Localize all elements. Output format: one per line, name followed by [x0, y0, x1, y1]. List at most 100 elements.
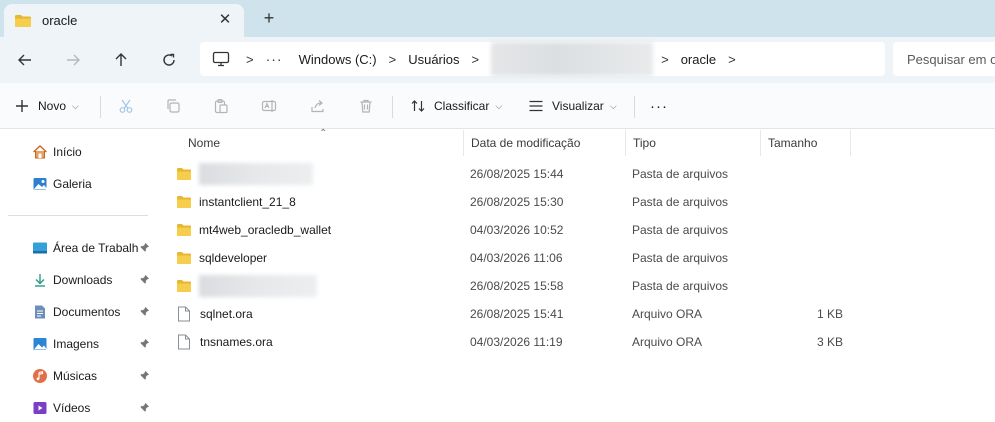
date-cell: 04/03/2026 11:19 [470, 335, 563, 349]
type-cell: Arquivo ORA [632, 307, 703, 321]
cut-button[interactable] [118, 95, 134, 117]
column-header-label: Data de modificação [471, 136, 581, 150]
chevron-down-icon: ⌵ [609, 100, 617, 111]
table-row[interactable]: mt4web_oracledb_wallet 04/03/2026 10:52 … [171, 216, 851, 244]
table-row[interactable]: 26/08/2025 15:44 Pasta de arquivos [171, 160, 851, 188]
folder-icon [177, 168, 191, 180]
navigation-pane: Início Galeria Área de Trabalho Download… [0, 130, 157, 422]
column-header-label: Tipo [633, 136, 656, 150]
name-cell [176, 160, 313, 188]
plus-icon [16, 100, 28, 112]
pictures-icon [33, 338, 47, 350]
folder-icon [15, 14, 31, 27]
name-cell: instantclient_21_8 [176, 188, 296, 216]
sidebar-item-label: Início [53, 145, 82, 159]
sidebar-item-documents[interactable]: Documentos [32, 302, 154, 322]
refresh-button[interactable] [156, 48, 182, 72]
column-header-date[interactable]: Data de modificação [464, 130, 626, 156]
breadcrumb-overflow-button[interactable]: ··· [266, 51, 283, 67]
size-cell [767, 244, 843, 272]
breadcrumb-separator: > [471, 51, 480, 67]
share-button[interactable] [310, 95, 326, 117]
file-list: ⌃ Nome Data de modificação Tipo Tamanho … [157, 128, 995, 422]
delete-button[interactable] [358, 95, 374, 117]
type-cell: Pasta de arquivos [632, 167, 729, 181]
arrow-up-icon [115, 53, 127, 66]
folder-icon [177, 280, 191, 292]
sidebar-item-gallery[interactable]: Galeria [32, 174, 154, 194]
breadcrumb-oracle[interactable]: oracle [681, 52, 716, 67]
date-cell: 26/08/2025 15:58 [470, 279, 564, 293]
new-button[interactable]: Novo ⌵ [14, 95, 79, 117]
new-tab-button[interactable]: + [258, 7, 280, 29]
breadcrumb-separator: > [728, 51, 736, 67]
view-button[interactable]: Visualizar ⌵ [528, 95, 617, 117]
divider [392, 96, 393, 118]
type-cell: Pasta de arquivos [632, 195, 729, 209]
column-header-type[interactable]: Tipo [626, 130, 761, 156]
chevron-down-icon: ⌵ [72, 100, 79, 111]
table-row[interactable]: 26/08/2025 15:58 Pasta de arquivos [171, 272, 851, 300]
sidebar-item-pictures[interactable]: Imagens [32, 334, 154, 354]
navigation-bar: > ··· Windows (C:) > Usuários > > oracle… [0, 37, 995, 83]
sidebar-item-music[interactable]: Músicas [32, 366, 154, 386]
sidebar-item-downloads[interactable]: Downloads [32, 270, 154, 290]
search-input[interactable]: Pesquisar em oracle [893, 42, 995, 76]
redacted-name [199, 163, 313, 185]
cut-icon [119, 99, 133, 113]
pin-icon [140, 274, 150, 284]
new-label: Novo [38, 99, 67, 113]
breadcrumb-separator: > [388, 51, 397, 67]
home-icon [33, 145, 47, 159]
tab-title: oracle [42, 13, 78, 28]
column-header-name[interactable]: Nome [181, 130, 464, 156]
sort-button[interactable]: Classificar ⌵ [410, 95, 502, 117]
copy-icon [167, 99, 180, 113]
sidebar-item-label: Documentos [53, 305, 121, 319]
up-button[interactable] [108, 48, 134, 72]
sidebar-item-videos[interactable]: Vídeos [32, 398, 154, 418]
type-cell: Arquivo ORA [632, 335, 703, 349]
name-cell: sqldeveloper [176, 244, 267, 272]
close-tab-icon[interactable]: ✕ [216, 11, 234, 29]
file-icon [178, 334, 190, 350]
back-button[interactable] [12, 48, 38, 72]
redacted-breadcrumb [491, 42, 654, 76]
size-cell: 1 KB [816, 307, 843, 321]
paste-icon [214, 98, 228, 114]
type-cell: Pasta de arquivos [632, 223, 729, 237]
file-name: sqldeveloper [199, 251, 268, 265]
table-row[interactable]: sqlnet.ora 26/08/2025 15:41 Arquivo ORA … [171, 300, 851, 328]
size-cell [767, 272, 843, 300]
sidebar-divider [8, 215, 148, 216]
name-cell [176, 272, 317, 300]
more-options-button[interactable]: ··· [650, 95, 668, 117]
sort-label: Classificar [434, 99, 490, 113]
arrow-left-icon [18, 54, 31, 66]
documents-icon [35, 305, 45, 319]
paste-button[interactable] [213, 95, 229, 117]
sidebar-item-desktop[interactable]: Área de Trabalho [32, 238, 154, 258]
computer-icon [212, 51, 230, 67]
forward-button[interactable] [60, 48, 86, 72]
rename-button[interactable] [261, 95, 277, 117]
address-bar[interactable]: > ··· Windows (C:) > Usuários > > oracle… [200, 42, 885, 76]
copy-button[interactable] [165, 95, 181, 117]
sidebar-item-home[interactable]: Início [32, 142, 154, 162]
breadcrumb-drive[interactable]: Windows (C:) [299, 52, 377, 67]
divider [634, 96, 635, 118]
table-row[interactable]: sqldeveloper 04/03/2026 11:06 Pasta de a… [171, 244, 851, 272]
file-name: tnsnames.ora [200, 335, 273, 349]
file-name: sqlnet.ora [200, 307, 253, 321]
size-cell [767, 216, 843, 244]
table-row[interactable]: tnsnames.ora 04/03/2026 11:19 Arquivo OR… [171, 328, 851, 356]
folder-icon [177, 252, 191, 264]
music-icon [33, 369, 47, 383]
table-row[interactable]: instantclient_21_8 26/08/2025 15:30 Past… [171, 188, 851, 216]
breadcrumb-users[interactable]: Usuários [408, 52, 459, 67]
date-cell: 04/03/2026 11:06 [470, 251, 563, 265]
sidebar-item-label: Músicas [53, 369, 98, 383]
tab-oracle[interactable]: oracle ✕ [4, 4, 244, 37]
column-header-size[interactable]: Tamanho [761, 130, 851, 156]
view-list-icon [529, 100, 543, 112]
